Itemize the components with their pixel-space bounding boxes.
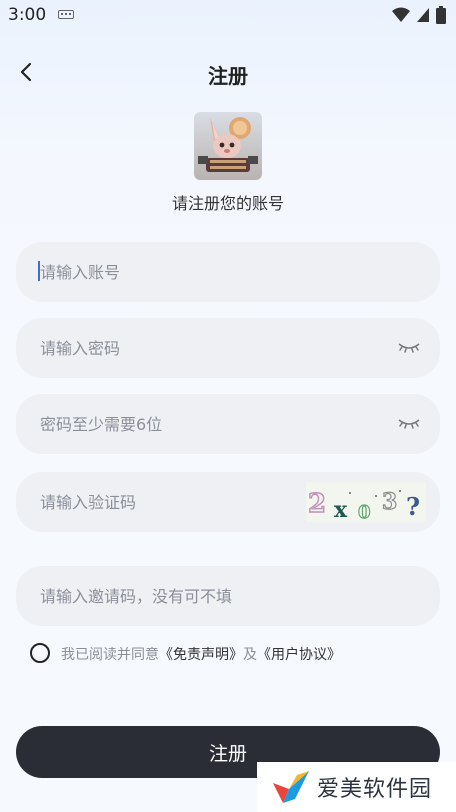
nav-bar: 注册	[0, 48, 456, 96]
keyboard-icon	[58, 10, 74, 19]
signal-icon	[417, 8, 429, 22]
battery-icon	[436, 6, 446, 24]
captcha-char: 2	[308, 489, 326, 519]
confirm-password-input[interactable]	[40, 394, 360, 454]
captcha-char: 0	[358, 502, 371, 522]
agreement-text: 我已阅读并同意《免责声明》及《用户协议》	[61, 644, 341, 664]
captcha-image[interactable]: 2 x 0 3 ?	[306, 482, 426, 522]
agreement-joiner: 及	[243, 647, 257, 663]
app-avatar	[194, 112, 262, 180]
watermark-text: 爱美软件园	[317, 777, 433, 802]
eye-closed-icon[interactable]	[398, 416, 420, 432]
status-time: 3:00	[8, 5, 47, 25]
text-caret	[38, 261, 40, 281]
password-field	[16, 318, 440, 378]
user-agreement-link[interactable]: 《用户协议》	[257, 647, 341, 663]
eye-closed-icon[interactable]	[398, 340, 420, 356]
password-input[interactable]	[40, 318, 360, 378]
captcha-char: 3	[382, 489, 397, 515]
invite-code-input[interactable]	[40, 566, 360, 626]
watermark: 爱美软件园	[257, 762, 456, 812]
captcha-char: ?	[406, 492, 420, 521]
agreement-prefix: 我已阅读并同意	[61, 647, 159, 663]
disclaimer-link[interactable]: 《免责声明》	[159, 647, 243, 663]
status-bar: 3:00	[0, 0, 456, 32]
agreement-row: 我已阅读并同意《免责声明》及《用户协议》	[30, 642, 430, 666]
status-icons	[392, 6, 446, 24]
confirm-password-field	[16, 394, 440, 454]
captcha-char: x	[334, 497, 348, 522]
account-field	[16, 242, 440, 302]
register-subtitle: 请注册您的账号	[171, 194, 284, 213]
wifi-icon	[392, 7, 410, 22]
agree-radio[interactable]	[30, 643, 50, 663]
page-title: 注册	[208, 64, 248, 88]
captcha-field: 2 x 0 3 ?	[16, 472, 440, 532]
invite-code-field	[16, 566, 440, 626]
account-input[interactable]	[40, 242, 360, 302]
watermark-logo-icon	[273, 771, 309, 803]
